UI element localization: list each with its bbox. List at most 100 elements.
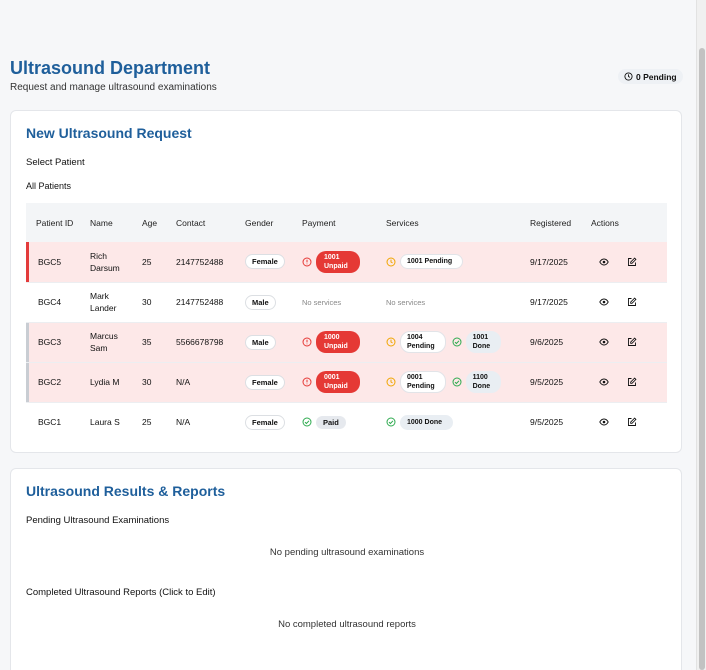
page-subtitle: Request and manage ultrasound examinatio… [10,82,217,93]
select-patient-label: Select Patient [26,157,85,168]
vertical-scrollbar[interactable] [696,0,706,670]
clock-icon [386,377,396,387]
payment-status: Unpaid [324,383,348,390]
patient-name: Mark Lander [90,291,117,313]
new-request-title: New Ultrasound Request [26,125,192,141]
payment-none: No services [302,298,342,307]
patient-contact: N/A [176,417,191,428]
check-circle-icon [386,417,396,427]
col-name: Name [90,217,113,228]
patient-id: BGC5 [38,256,62,267]
eye-icon[interactable] [599,377,609,387]
payment-status-badge: Paid [316,415,346,429]
col-patient-id: Patient ID [36,217,74,228]
table-header-row: Patient ID Name Age Contact Gender Payme… [26,203,667,242]
all-patients-label: All Patients [26,181,72,191]
patient-contact: 2147752488 [176,297,224,307]
pending-count-badge: 0 Pending [618,69,683,84]
patient-id: BGC2 [38,377,62,387]
service-code: 1004 [407,334,423,341]
registered-date: 9/17/2025 [530,297,568,307]
services-none: No services [386,298,426,307]
scrollbar-thumb[interactable] [699,48,705,670]
service-status: Done [472,343,491,350]
payment-status: Unpaid [324,343,348,350]
patient-age: 30 [142,297,152,307]
service-status: Done [424,418,443,426]
col-contact: Contact [176,217,206,228]
edit-icon[interactable] [627,417,637,427]
page-title: Ultrasound Department [10,58,211,78]
table-row[interactable]: BGC3 Marcus Sam 35 5566678798 Male 1000 U… [26,322,667,362]
eye-icon[interactable] [599,297,609,307]
eye-icon[interactable] [599,337,609,347]
patient-contact: 5566678798 [176,337,224,347]
check-circle-icon [452,377,462,387]
registered-date: 9/6/2025 [530,337,564,347]
table-row[interactable]: BGC1 Laura S 25 N/A Female Paid 1000 Don… [26,402,667,442]
edit-icon[interactable] [627,377,637,387]
patient-id: BGC3 [38,337,62,347]
check-circle-icon [302,417,312,427]
patient-name: Lydia M [90,377,120,387]
registered-date: 9/5/2025 [530,417,564,428]
service-badge: 1004 Pending [400,331,446,353]
patient-id: BGC1 [38,417,62,428]
gender-badge: Female [245,414,285,430]
col-actions: Actions [591,217,619,228]
payment-status-badge: 0001 Unpaid [316,371,360,393]
pending-exams-empty: No pending ultrasound examinations [269,547,425,558]
eye-icon[interactable] [599,257,609,267]
clock-icon [624,72,633,81]
col-payment: Payment [302,217,336,228]
service-status: Done [472,383,491,390]
service-code: 1001 [472,334,489,341]
service-badge: 0001 Pending [400,371,446,393]
service-badge: 1001 Pending [400,254,464,270]
payment-code: 0001 [324,374,340,381]
table-row[interactable]: BGC4 Mark Lander 30 2147752488 Male No s… [26,282,667,322]
patient-id: BGC4 [38,297,62,307]
edit-icon[interactable] [627,337,637,347]
service-status: Pending [424,258,453,266]
edit-icon[interactable] [627,297,637,307]
clock-icon [386,257,396,267]
patient-name: Laura S [90,417,120,428]
patients-table: Patient ID Name Age Contact Gender Payme… [26,203,667,442]
registered-date: 9/5/2025 [530,377,564,387]
completed-reports-empty: No completed ultrasound reports [278,619,416,630]
service-badge: 1100 Done [465,371,502,393]
alert-circle-icon [302,257,312,267]
pending-count-text: 0 Pending [636,71,677,82]
completed-reports-label: Completed Ultrasound Reports (Click to E… [26,587,216,598]
patient-contact: 2147752488 [176,256,224,267]
gender-badge: Female [245,254,285,270]
gender-badge: Female [245,374,285,390]
service-status: Pending [407,343,435,350]
alert-circle-icon [302,377,312,387]
registered-date: 9/17/2025 [530,256,568,267]
new-request-card: New Ultrasound Request Select Patient Al… [10,110,682,453]
patient-age: 30 [142,377,152,387]
service-badge: 1000 Done [400,414,454,430]
clock-icon [386,337,396,347]
payment-status-badge: 1000 Unpaid [316,331,360,353]
pending-exams-label: Pending Ultrasound Examinations [26,515,170,526]
payment-status: Unpaid [324,262,348,270]
payment-code: 1001 [324,253,340,261]
gender-badge: Male [245,294,276,310]
eye-icon[interactable] [599,417,609,427]
col-services: Services [386,217,419,228]
service-badge: 1001 Done [465,331,502,353]
table-row[interactable]: BGC2 Lydia M 30 N/A Female 0001 Unpaid 00… [26,362,667,402]
service-code: 1000 [407,418,423,426]
service-code: 1100 [472,374,488,381]
patient-contact: N/A [176,377,191,387]
col-gender: Gender [245,217,274,228]
check-circle-icon [452,337,462,347]
table-row[interactable]: BGC5 Rich Darsum 25 2147752488 Female 10… [26,242,667,282]
alert-circle-icon [302,337,312,347]
page: Ultrasound Department Request and manage… [0,0,696,670]
edit-icon[interactable] [627,257,637,267]
col-registered: Registered [530,217,572,228]
